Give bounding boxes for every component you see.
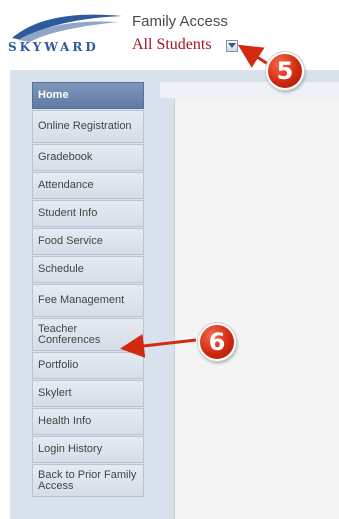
callout-badge-5: 5 bbox=[266, 52, 304, 90]
callout-badge-6: 6 bbox=[198, 323, 236, 361]
arrow-to-dropdown bbox=[237, 44, 269, 68]
arrow-to-teacher-conferences bbox=[120, 334, 197, 358]
